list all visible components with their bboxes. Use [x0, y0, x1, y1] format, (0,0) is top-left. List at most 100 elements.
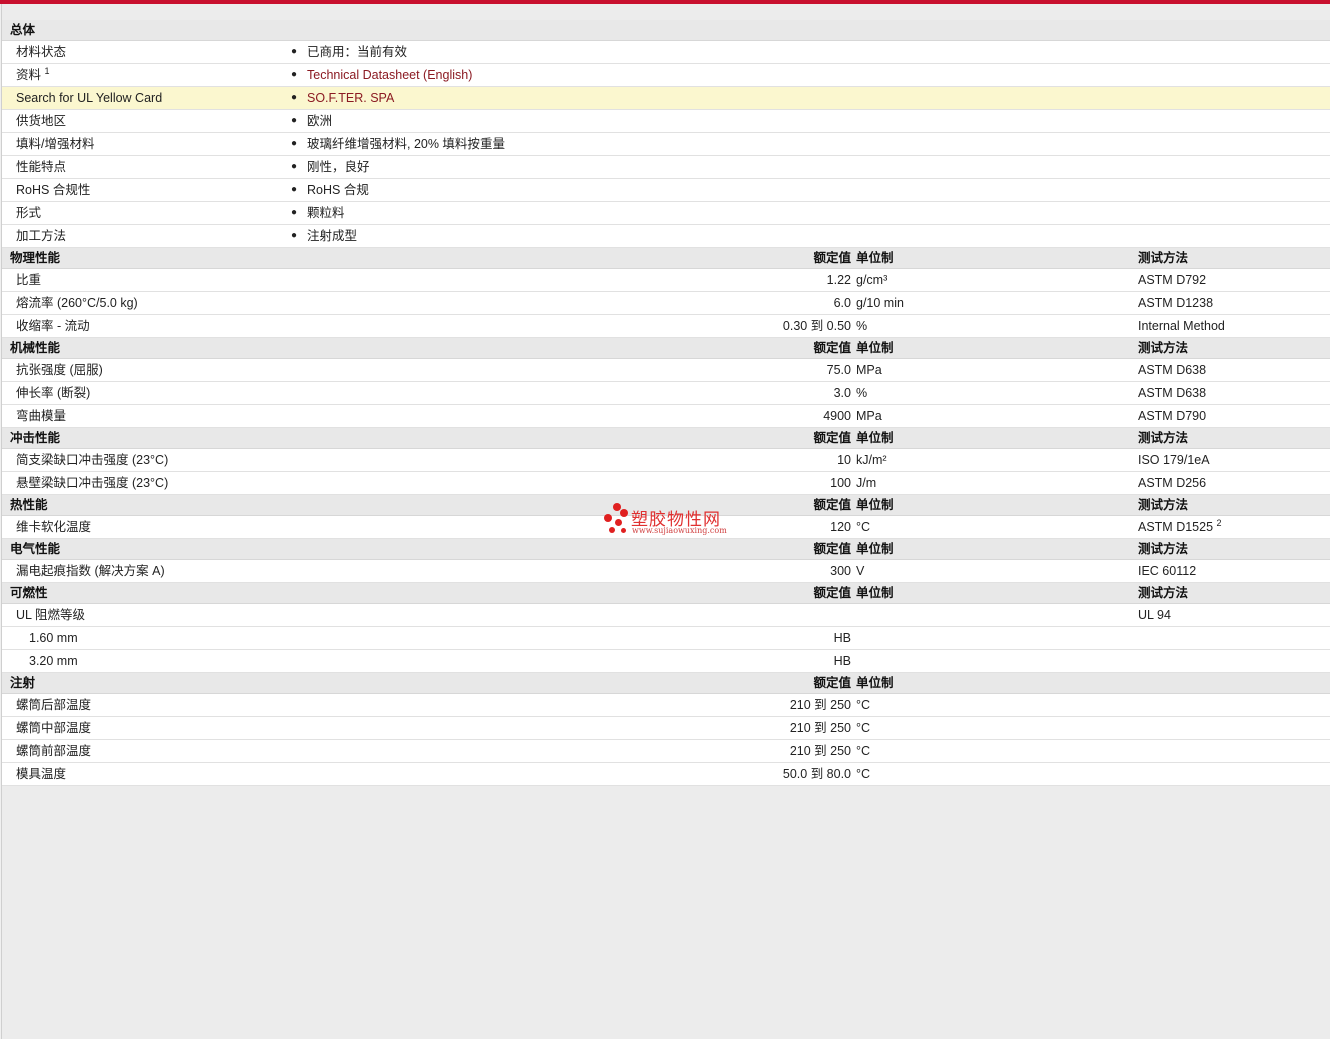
row-label: Search for UL Yellow Card	[16, 91, 163, 105]
column-header-nominal: 额定值	[813, 251, 851, 265]
unit-value: %	[856, 386, 868, 400]
nominal-value: 6.0	[833, 296, 851, 310]
logo-dot	[609, 527, 615, 533]
test-method: UL 94	[1138, 604, 1171, 626]
column-header-unit: 单位制	[856, 431, 894, 445]
column-header-method: 测试方法	[1138, 251, 1189, 265]
watermark-url: www.sujiaowuxing.com	[632, 526, 727, 535]
unit-value: MPa	[856, 409, 882, 423]
row-label: 3.20 mm	[29, 654, 78, 668]
table-row: 螺筒后部温度 210 到 250 °C	[2, 694, 1330, 717]
unit-value: g/cm³	[856, 273, 888, 287]
table-row: 抗张强度 (屈服) 75.0 MPa ASTM D638	[2, 359, 1330, 382]
unit-value: °C	[856, 520, 871, 534]
table-row: 资料 1 ● Technical Datasheet (English)	[2, 64, 1330, 87]
row-label: 填料/增强材料	[16, 137, 95, 151]
table-row: 弯曲模量 4900 MPa ASTM D790	[2, 405, 1330, 428]
column-header-nominal: 额定值	[813, 676, 851, 690]
row-value: 玻璃纤维增强材料, 20% 填料按重量	[307, 137, 505, 151]
table-row: 模具温度 50.0 到 80.0 °C	[2, 763, 1330, 786]
test-method-text: ASTM D792	[1138, 273, 1207, 287]
section-title: 总体	[10, 23, 36, 37]
row-label: 螺筒中部温度	[16, 721, 92, 735]
section-header: 物理性能 额定值 单位制 测试方法	[2, 248, 1330, 269]
test-method: Internal Method	[1138, 315, 1225, 337]
unit-value: °C	[856, 744, 871, 758]
row-label: 加工方法	[16, 229, 67, 243]
unit-value: °C	[856, 767, 871, 781]
row-label: 螺筒后部温度	[16, 698, 92, 712]
nominal-value: 4900	[823, 409, 851, 423]
row-value: 刚性，良好	[307, 160, 370, 174]
nominal-value: 1.22	[826, 273, 851, 287]
bullet-icon: ●	[291, 92, 298, 103]
table-row: 螺筒中部温度 210 到 250 °C	[2, 717, 1330, 740]
table-row: 1.60 mm HB	[2, 627, 1330, 650]
table-row: 材料状态 ● 已商用：当前有效	[2, 41, 1330, 64]
unit-value: °C	[856, 698, 871, 712]
column-header-nominal: 额定值	[813, 542, 851, 556]
test-method-text: ISO 179/1eA	[1138, 453, 1210, 467]
row-label: 收缩率 - 流动	[16, 319, 90, 333]
bullet-icon: ●	[291, 161, 298, 172]
nominal-value: 210 到 250	[789, 698, 851, 712]
row-value: 已商用：当前有效	[307, 45, 408, 59]
test-method: IEC 60112	[1138, 560, 1196, 582]
test-method-text: ASTM D1525	[1138, 520, 1214, 534]
column-header-nominal: 额定值	[813, 498, 851, 512]
test-method: ASTM D1238	[1138, 292, 1213, 314]
ul-yellow-card-link[interactable]: SO.F.TER. SPA	[307, 87, 394, 109]
nominal-value: 120	[830, 520, 851, 534]
column-header-method: 测试方法	[1138, 586, 1189, 600]
nominal-value: 100	[830, 476, 851, 490]
row-label: 熔流率 (260°C/5.0 kg)	[16, 296, 138, 310]
datasheet-link[interactable]: Technical Datasheet (English)	[307, 64, 472, 86]
row-label: RoHS 合规性	[16, 183, 91, 197]
section-title: 热性能	[10, 498, 48, 512]
section-header: 机械性能 额定值 单位制 测试方法	[2, 338, 1330, 359]
table-row: 性能特点 ● 刚性，良好	[2, 156, 1330, 179]
table-row: 填料/增强材料 ● 玻璃纤维增强材料, 20% 填料按重量	[2, 133, 1330, 156]
test-method-text: ASTM D256	[1138, 476, 1207, 490]
test-method: ISO 179/1eA	[1138, 449, 1210, 471]
row-label: 抗张强度 (屈服)	[16, 363, 103, 377]
table-row: RoHS 合规性 ● RoHS 合规	[2, 179, 1330, 202]
section-header: 电气性能 额定值 单位制 测试方法	[2, 539, 1330, 560]
table-row-highlighted: Search for UL Yellow Card ● SO.F.TER. SP…	[2, 87, 1330, 110]
row-label: 材料状态	[16, 45, 67, 59]
test-method: ASTM D638	[1138, 359, 1206, 381]
table-row: 收缩率 - 流动 0.30 到 0.50% Internal Method	[2, 315, 1330, 338]
section-title: 电气性能	[10, 542, 61, 556]
section-header: 冲击性能 额定值 单位制 测试方法	[2, 428, 1330, 449]
test-method-text: ASTM D638	[1138, 386, 1207, 400]
row-label: 性能特点	[16, 160, 67, 174]
nominal-value: 10	[837, 453, 851, 467]
row-label: 维卡软化温度	[16, 520, 92, 534]
column-header-method: 测试方法	[1138, 542, 1189, 556]
unit-value: °C	[856, 721, 871, 735]
bullet-icon: ●	[291, 69, 298, 80]
table-row: 3.20 mm HB	[2, 650, 1330, 673]
section-title: 冲击性能	[10, 431, 61, 445]
row-value: 注射成型	[307, 229, 358, 243]
row-label: 比重	[16, 273, 42, 287]
row-value: RoHS 合规	[307, 183, 369, 197]
bullet-icon: ●	[291, 184, 298, 195]
table-row: UL 阻燃等级 UL 94	[2, 604, 1330, 627]
test-method: ASTM D256	[1138, 472, 1206, 494]
nominal-value: HB	[833, 654, 851, 668]
test-method-text: ASTM D1238	[1138, 296, 1214, 310]
column-header-unit: 单位制	[856, 251, 894, 265]
bullet-icon: ●	[291, 138, 298, 149]
bullet-icon: ●	[291, 46, 298, 57]
row-label: 供货地区	[16, 114, 67, 128]
footnote-ref: 2	[1216, 517, 1222, 528]
row-label: 模具温度	[16, 767, 67, 781]
watermark-logo: 塑胶物性网 www.sujiaowuxing.com	[603, 503, 733, 537]
logo-dot	[621, 528, 626, 533]
section-header: 注射 额定值 单位制	[2, 673, 1330, 694]
bullet-icon: ●	[291, 230, 298, 241]
logo-dot	[604, 514, 612, 522]
logo-dot	[620, 509, 628, 517]
row-label: UL 阻燃等级	[16, 608, 85, 622]
